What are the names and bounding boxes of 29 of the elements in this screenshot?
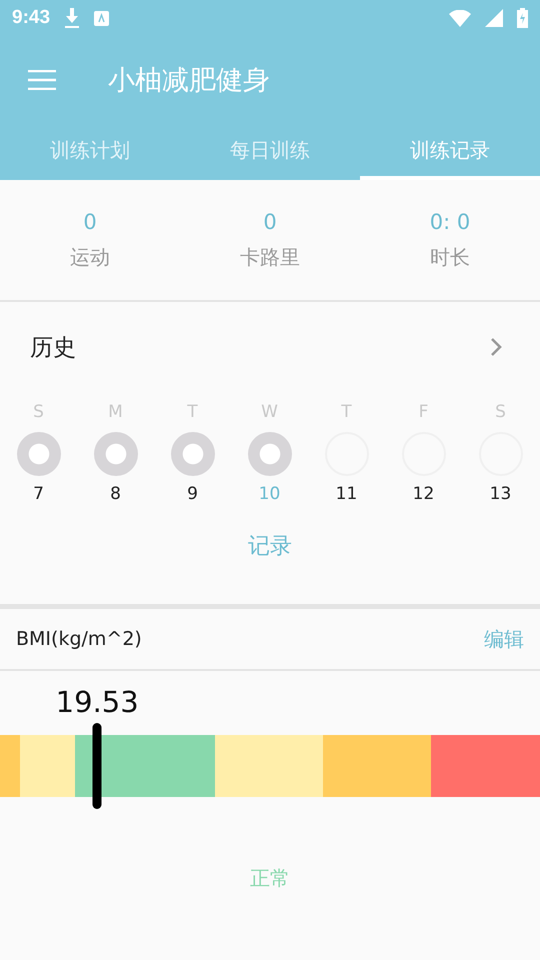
stat-label: 运动 xyxy=(70,244,110,270)
bmi-value: 19.53 xyxy=(56,685,139,719)
day-number[interactable]: 11 xyxy=(336,484,358,504)
battery-icon xyxy=(517,8,528,28)
day-done-ring[interactable] xyxy=(16,432,60,476)
day-number[interactable]: 9 xyxy=(187,484,198,504)
day-number[interactable]: 12 xyxy=(412,484,434,504)
download-icon xyxy=(64,8,80,28)
day-done-ring[interactable] xyxy=(94,432,138,476)
day-number[interactable]: 7 xyxy=(33,484,44,504)
day-number[interactable]: 8 xyxy=(110,484,121,504)
stat-value: 0 xyxy=(263,210,277,234)
section-title: 历史 xyxy=(30,334,76,362)
bmi-category: 正常 xyxy=(250,865,290,892)
day-done-ring[interactable] xyxy=(248,432,292,476)
day-done-ring[interactable] xyxy=(170,432,214,476)
chevron-right-icon[interactable] xyxy=(490,337,502,357)
app-title: 小柚减肥健身 xyxy=(108,64,270,98)
day-number[interactable]: 13 xyxy=(490,484,512,504)
menu-icon[interactable] xyxy=(28,70,56,90)
signal-icon xyxy=(485,9,503,27)
stat-value: 0 xyxy=(83,210,97,234)
stat-label: 时长 xyxy=(430,244,470,270)
keyboard-icon xyxy=(94,10,110,26)
status-time: 9:43 xyxy=(12,7,50,29)
bmi-title: BMI(kg/m^2) xyxy=(16,628,142,650)
stat-label: 卡路里 xyxy=(240,244,300,270)
wifi-icon xyxy=(449,10,471,26)
stat-value: 0: 0 xyxy=(430,210,470,234)
